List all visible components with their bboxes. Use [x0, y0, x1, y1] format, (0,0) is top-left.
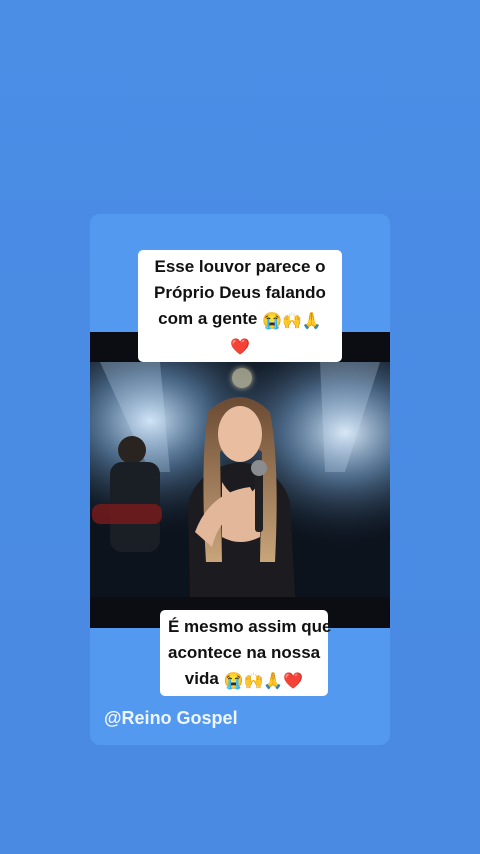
caption-top-line-4: ❤️ — [146, 332, 334, 358]
caption-top-line-1: Esse louvor parece o — [154, 257, 326, 276]
video-frame — [90, 362, 390, 597]
crying-praying-heart-emoji-icon: 😭🙌🙏❤️ — [223, 673, 304, 690]
caption-top-line-2: Próprio Deus falando — [154, 283, 326, 302]
crying-praying-emoji-icon: 😭🙌🙏 — [262, 313, 322, 330]
tap-indicator-icon — [232, 368, 252, 388]
story-post-card[interactable]: Esse louvor parece o Próprio Deus faland… — [90, 214, 390, 745]
caption-top-line-3-text: com a gente — [158, 309, 258, 328]
red-heart-emoji-icon: ❤️ — [230, 339, 250, 356]
account-handle[interactable]: @Reino Gospel — [104, 708, 238, 729]
caption-bottom-line-3: vida 😭🙌🙏❤️ — [168, 666, 320, 692]
caption-bottom-line-3-text: vida — [184, 669, 219, 688]
singer-video-still — [90, 362, 390, 597]
caption-top-line-3: com a gente 😭🙌🙏 — [146, 306, 334, 332]
caption-bottom-sticker: É mesmo assim que acontece na nossa vida… — [160, 610, 332, 696]
caption-top-sticker: Esse louvor parece o Próprio Deus faland… — [138, 250, 342, 362]
caption-bottom-line-2: acontece na nossa — [168, 643, 321, 662]
caption-bottom-line-1: É mesmo assim que — [168, 617, 332, 636]
